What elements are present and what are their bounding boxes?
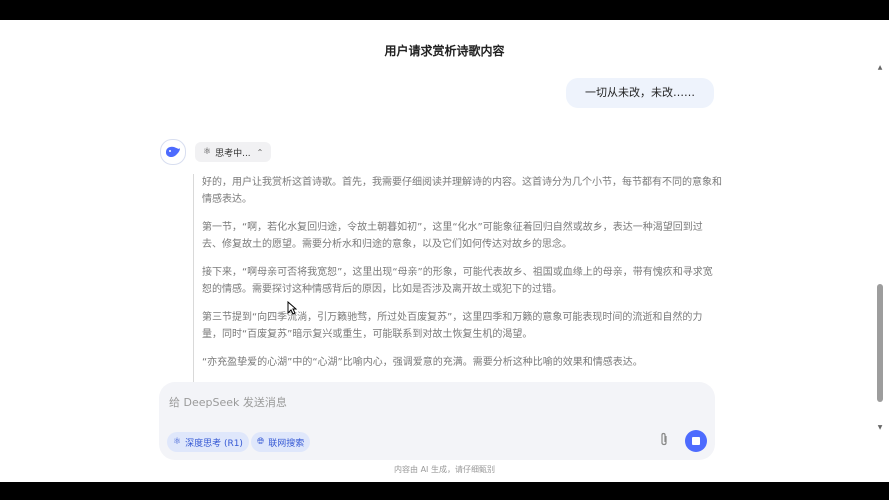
paperclip-icon[interactable] [659,432,669,452]
chat-window: 用户请求赏析诗歌内容 一切从未改，未改…… ⚛ 思考中... ⌃ 好的，用户让我… [0,20,889,482]
whale-icon [166,146,180,158]
scrollbar[interactable]: ▲ ▼ [876,64,884,432]
user-message-bubble: 一切从未改，未改…… [566,78,714,108]
message-composer: 给 DeepSeek 发送消息 ⚛ 深度思考 (R1) 🌐︎ 联网搜索 [159,382,715,460]
atom-icon: ⚛ [173,437,182,447]
thinking-toggle[interactable]: ⚛ 思考中... ⌃ [195,142,272,162]
reasoning-paragraph: 第一节，“啊，若化水复回归途，令故土朝暮如初”，这里“化水”可能象征着回归自然或… [202,222,703,250]
scrollbar-thumb[interactable] [877,284,883,402]
deep-think-button[interactable]: ⚛ 深度思考 (R1) [167,432,249,452]
reasoning-paragraph: 第三节提到“向四季流淌，引万籁驰骛，所过处百废复苏”，这里四季和万籁的意象可能表… [202,312,703,340]
stop-icon [692,437,700,445]
globe-icon: 🌐︎ [257,437,265,447]
reasoning-paragraph: 好的，用户让我赏析这首诗歌。首先，我需要仔细阅读并理解诗的内容。这首诗分为几个小… [202,177,722,205]
stop-button[interactable] [685,430,707,452]
scroll-up-icon[interactable]: ▲ [876,64,884,72]
deep-think-label: 深度思考 (R1) [185,438,243,449]
reasoning-content: 好的，用户让我赏析这首诗歌。首先，我需要仔细阅读并理解诗的内容。这首诗分为几个小… [193,174,722,386]
reasoning-paragraph: “亦充盈挚爱的心湖”中的“心湖”比喻内心，强调爱意的充满。需要分析这种比喻的效果… [202,357,643,368]
web-search-button[interactable]: 🌐︎ 联网搜索 [251,432,311,452]
message-input[interactable]: 给 DeepSeek 发送消息 [169,394,287,410]
reasoning-paragraph: 接下来，“啊母亲可否将我宽恕”，这里出现“母亲”的形象，可能代表故乡、祖国或血缘… [202,267,713,295]
atom-icon: ⚛ [203,147,212,157]
thinking-status-label: 思考中... [215,148,251,159]
chevron-up-icon: ⌃ [256,147,264,157]
disclaimer: 内容由 AI 生成，请仔细甄别 [394,465,495,474]
video-frame: 用户请求赏析诗歌内容 一切从未改，未改…… ⚛ 思考中... ⌃ 好的，用户让我… [0,0,889,500]
web-search-label: 联网搜索 [268,438,305,449]
page-title: 用户请求赏析诗歌内容 [384,44,505,58]
scroll-down-icon[interactable]: ▼ [876,424,884,432]
assistant-avatar [160,139,186,165]
